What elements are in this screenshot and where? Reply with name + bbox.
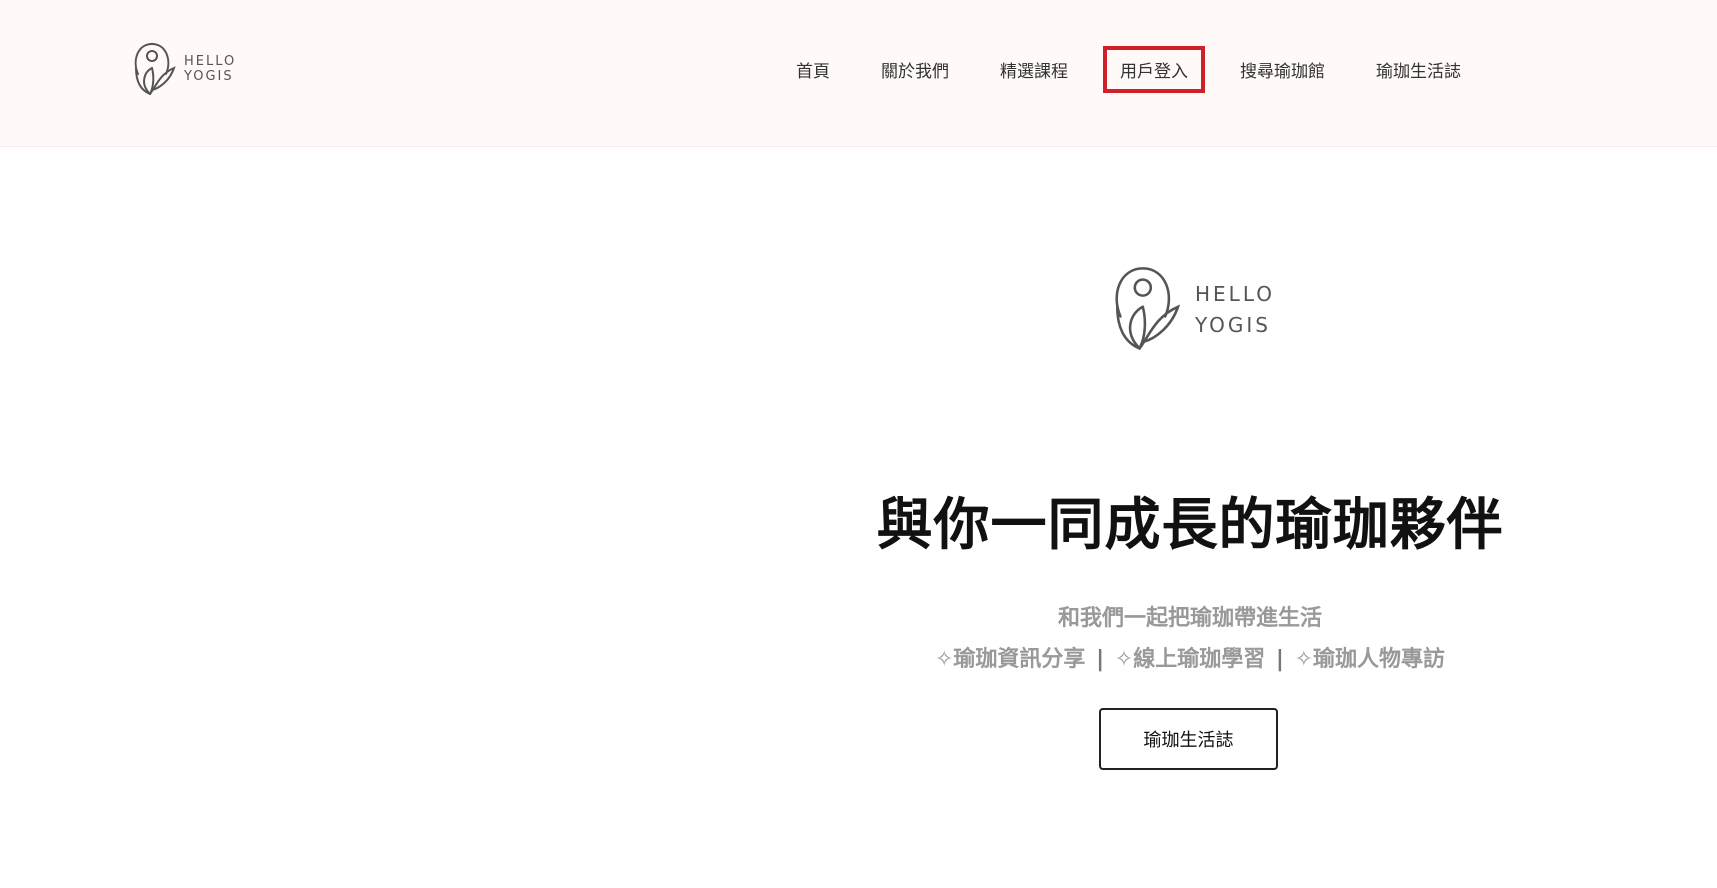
- hero-subtitle: 和我們一起把瑜珈帶進生活: [1057, 606, 1322, 631]
- hero-title: 與你一同成長的瑜珈夥伴: [876, 493, 1504, 558]
- main-nav: 首頁 關於我們 精選課程 用戶登入 搜尋瑜珈館 瑜珈生活誌: [780, 42, 1477, 97]
- brand-line1: HELLO: [184, 54, 237, 70]
- nav-item-search-studio[interactable]: 搜尋瑜珈館: [1224, 42, 1341, 97]
- yogi-logo-icon: [1115, 267, 1181, 350]
- nav-item-magazine[interactable]: 瑜珈生活誌: [1360, 42, 1477, 97]
- hero-features: ✧瑜珈資訊分享 | ✧線上瑜珈學習 | ✧瑜珈人物專訪: [880, 641, 1500, 673]
- nav-item-about[interactable]: 關於我們: [865, 42, 965, 97]
- site-header: HELLO YOGIS 首頁 關於我們 精選課程 用戶登入 搜尋瑜珈館 瑜珈生活…: [0, 0, 1717, 147]
- hero-brand-line2: YOGIS: [1195, 313, 1271, 337]
- nav-item-login[interactable]: 用戶登入: [1103, 46, 1205, 93]
- feature-separator: |: [1275, 647, 1284, 672]
- feature-online-learning: ✧線上瑜珈學習: [1114, 647, 1266, 672]
- brand-wordmark: HELLO YOGIS: [184, 54, 237, 85]
- hero-logo: HELLO YOGIS: [1107, 262, 1275, 358]
- hero-wordmark: HELLO YOGIS: [1195, 279, 1275, 341]
- feature-interviews: ✧瑜珈人物專訪: [1294, 647, 1446, 672]
- hero-brand-line1: HELLO: [1195, 282, 1275, 306]
- feature-separator: |: [1096, 647, 1105, 672]
- feature-info-sharing: ✧瑜珈資訊分享: [934, 647, 1086, 672]
- nav-item-home[interactable]: 首頁: [780, 42, 846, 97]
- brand-line2: YOGIS: [184, 69, 234, 84]
- nav-item-courses[interactable]: 精選課程: [984, 42, 1084, 97]
- magazine-cta-button[interactable]: 瑜珈生活誌: [1099, 708, 1278, 770]
- yogi-logo-icon: [134, 42, 176, 95]
- brand-logo[interactable]: HELLO YOGIS: [130, 40, 236, 100]
